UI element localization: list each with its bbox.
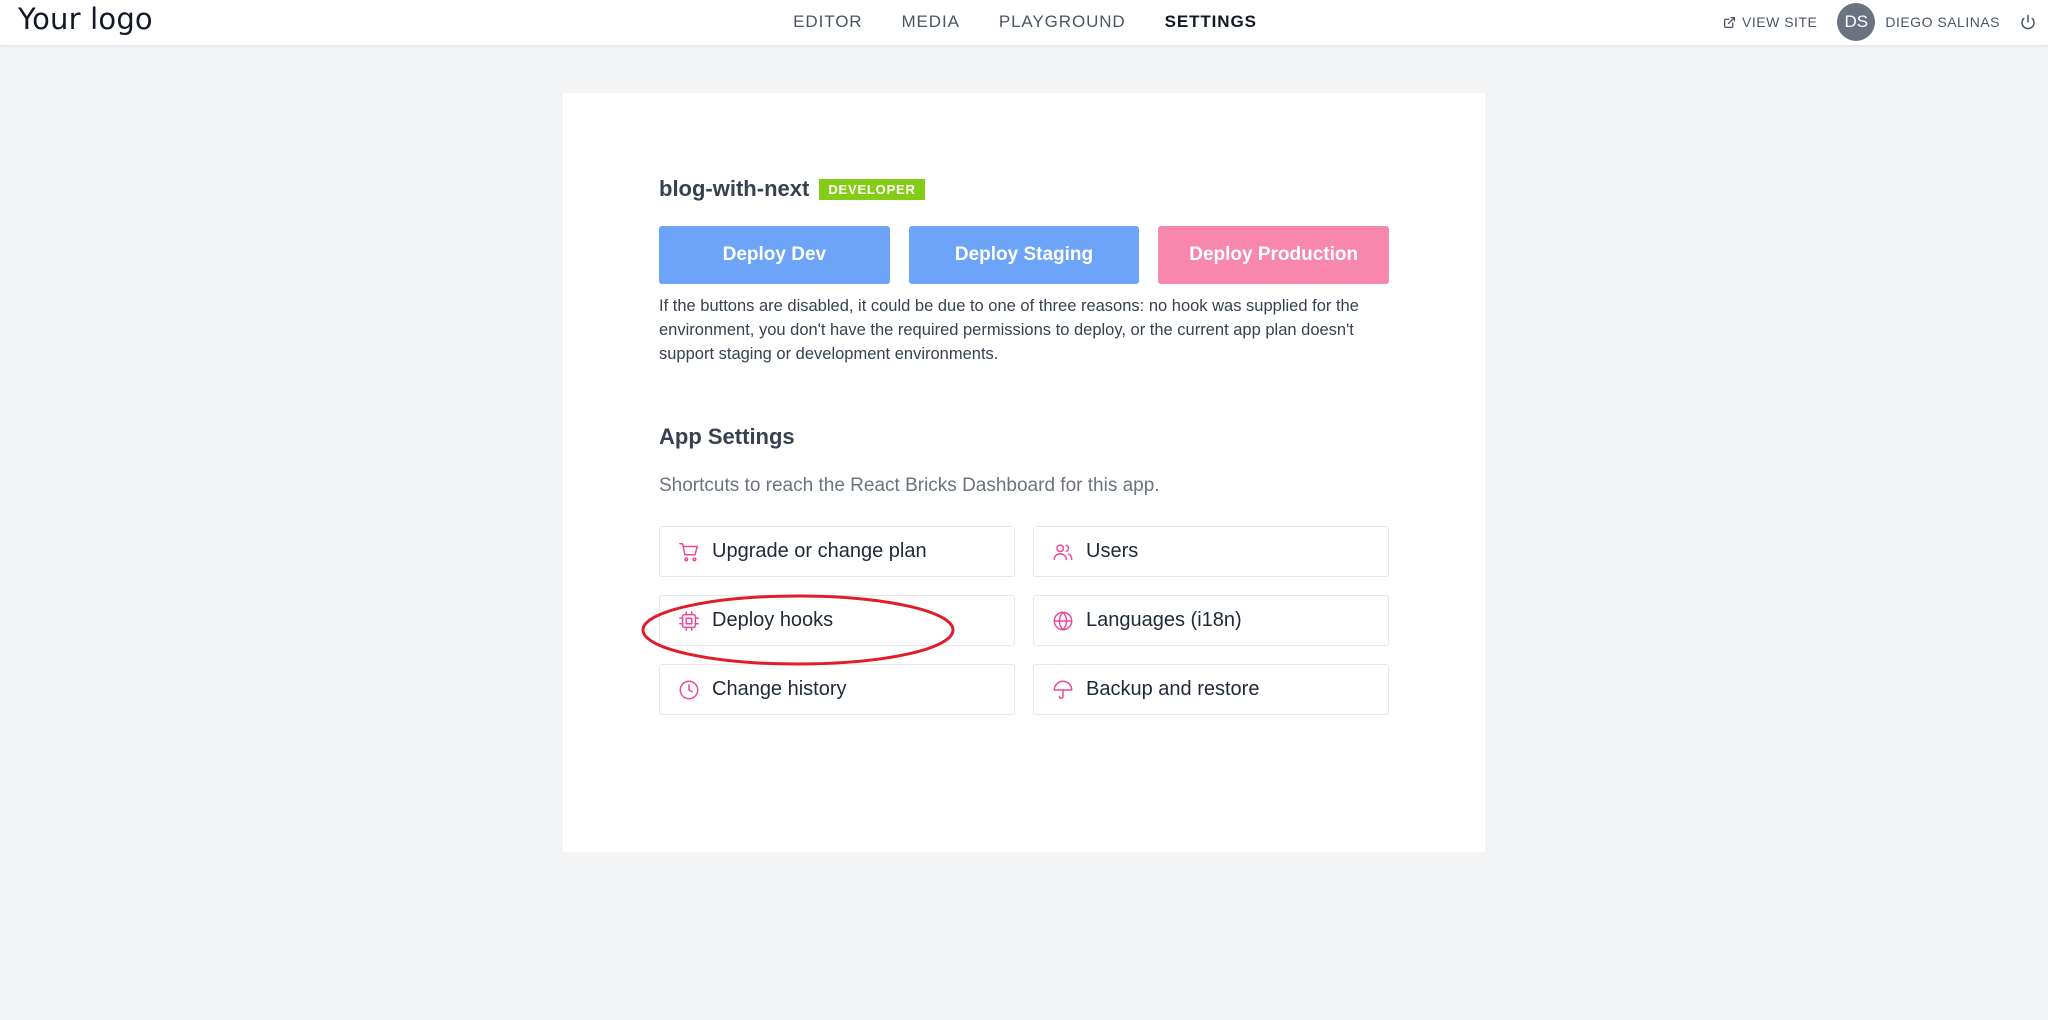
shortcut-label: Deploy hooks xyxy=(712,609,834,631)
users-icon xyxy=(1053,543,1073,560)
shortcut-languages[interactable]: Languages (i18n) xyxy=(1033,595,1389,646)
deploy-dev-button[interactable]: Deploy Dev xyxy=(659,226,890,284)
umbrella-icon xyxy=(1053,680,1073,699)
shortcut-label: Backup and restore xyxy=(1086,678,1260,700)
view-site-label: VIEW SITE xyxy=(1742,14,1818,30)
cart-icon xyxy=(679,542,698,561)
shortcut-backup-restore[interactable]: Backup and restore xyxy=(1033,664,1389,715)
nav-editor[interactable]: EDITOR xyxy=(793,12,862,32)
shortcut-deploy-hooks[interactable]: Deploy hooks xyxy=(659,595,1015,646)
shortcut-change-history[interactable]: Change history xyxy=(659,664,1015,715)
nav-playground[interactable]: PLAYGROUND xyxy=(999,12,1126,32)
app-settings-description: Shortcuts to reach the React Bricks Dash… xyxy=(659,475,1160,496)
settings-content: blog-with-next DEVELOPER Deploy Dev Depl… xyxy=(659,173,1390,715)
top-navbar: Your logo EDITOR MEDIA PLAYGROUND SETTIN… xyxy=(0,0,2048,46)
deploy-production-button[interactable]: Deploy Production xyxy=(1158,226,1390,284)
nav-settings[interactable]: SETTINGS xyxy=(1165,12,1257,32)
deploy-staging-button[interactable]: Deploy Staging xyxy=(908,226,1140,284)
app-header: blog-with-next DEVELOPER xyxy=(659,173,1389,205)
clock-icon xyxy=(679,680,699,699)
shortcut-label: Users xyxy=(1086,540,1139,562)
user-name: DIEGO SALINAS xyxy=(1885,14,2000,30)
deploy-buttons: Deploy Dev Deploy Staging Deploy Product… xyxy=(659,226,1390,284)
settings-card: blog-with-next DEVELOPER Deploy Dev Depl… xyxy=(563,93,1485,852)
avatar[interactable]: DS xyxy=(1837,3,1876,41)
shortcut-label: Languages (i18n) xyxy=(1086,609,1242,631)
user-area: VIEW SITE DS DIEGO SALINAS xyxy=(1723,0,2048,44)
globe-icon xyxy=(1053,611,1073,630)
shortcut-grid: Upgrade or change plan Users Deploy hook… xyxy=(659,526,1389,715)
app-name: blog-with-next xyxy=(659,176,810,201)
role-badge: DEVELOPER xyxy=(819,178,925,200)
shortcut-label: Upgrade or change plan xyxy=(712,540,927,562)
nav-media[interactable]: MEDIA xyxy=(902,12,960,32)
shortcut-users[interactable]: Users xyxy=(1033,526,1389,577)
app-settings-title: App Settings xyxy=(659,424,795,449)
view-site-link[interactable]: VIEW SITE xyxy=(1723,14,1817,30)
shortcut-upgrade-plan[interactable]: Upgrade or change plan xyxy=(659,526,1015,577)
deploy-note: If the buttons are disabled, it could be… xyxy=(659,297,1359,363)
shortcut-label: Change history xyxy=(712,678,847,700)
power-icon[interactable] xyxy=(2020,14,2036,30)
chip-icon xyxy=(679,610,699,631)
external-link-icon xyxy=(1724,16,1736,28)
